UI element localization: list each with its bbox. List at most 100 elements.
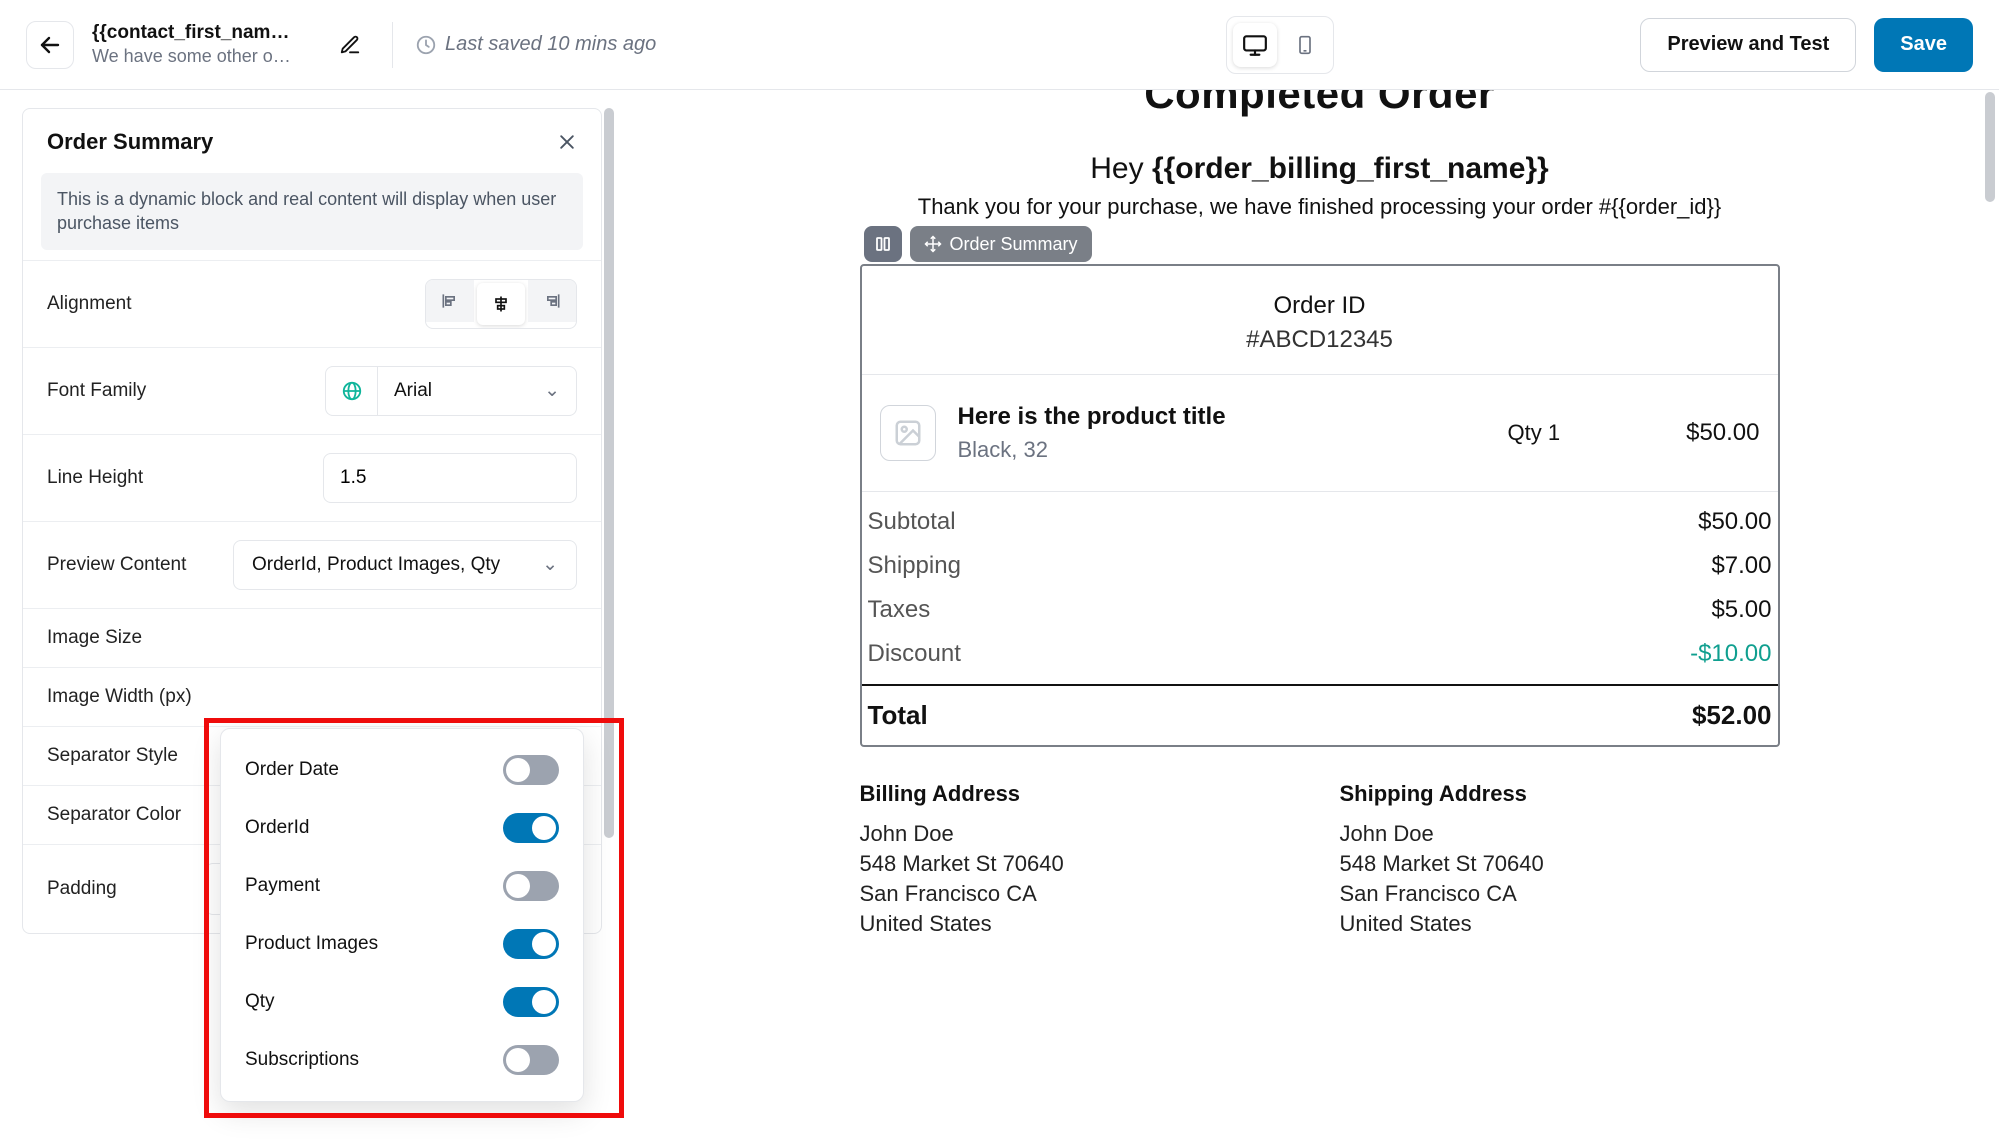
align-right-button[interactable] — [528, 280, 576, 322]
order-line-item: Here is the product title Black, 32 Qty … — [862, 375, 1778, 492]
image-width-label: Image Width (px) — [47, 686, 192, 708]
dropdown-item-label: OrderId — [245, 817, 309, 839]
dropdown-item-order-date[interactable]: Order Date — [229, 741, 575, 799]
billing-country: United States — [860, 911, 1300, 937]
greeting-name: {{order_billing_first_name}} — [1152, 152, 1549, 185]
line-height-input[interactable] — [323, 453, 577, 503]
shipping-amount: $7.00 — [1711, 552, 1771, 580]
order-summary-block[interactable]: Order ID #ABCD12345 Here is the product … — [860, 264, 1780, 747]
document-title-block: {{contact_first_nam… We have some other … — [92, 22, 312, 67]
device-toggle — [1226, 16, 1334, 74]
device-mobile-button[interactable] — [1283, 23, 1327, 67]
arrow-left-icon — [38, 33, 62, 57]
order-id-label: Order ID — [862, 292, 1778, 320]
document-title: {{contact_first_nam… — [92, 22, 312, 44]
shipping-address: Shipping Address John Doe 548 Market St … — [1340, 781, 1780, 941]
font-family-label: Font Family — [47, 380, 146, 402]
shipping-label: Shipping — [868, 552, 961, 580]
align-right-icon — [542, 291, 562, 311]
close-icon — [557, 132, 577, 152]
mobile-icon — [1295, 32, 1315, 58]
panel-close-button[interactable] — [557, 132, 577, 152]
dropdown-item-qty[interactable]: Qty — [229, 973, 575, 1031]
billing-street: 548 Market St 70640 — [860, 851, 1300, 877]
preview-content-label: Preview Content — [47, 554, 186, 576]
image-size-label: Image Size — [47, 627, 142, 649]
align-center-button[interactable] — [477, 283, 525, 325]
toggle-subscriptions[interactable] — [503, 1045, 559, 1075]
line-height-label: Line Height — [47, 467, 143, 489]
subtotal-amount: $50.00 — [1698, 508, 1771, 536]
last-saved: Last saved 10 mins ago — [415, 33, 656, 56]
preview-content-select[interactable]: OrderId, Product Images, Qty ⌄ — [233, 540, 577, 590]
billing-heading: Billing Address — [860, 781, 1300, 807]
thank-text: Thank you for your purchase, we have fin… — [860, 194, 1780, 220]
dropdown-item-label: Qty — [245, 991, 275, 1013]
back-button[interactable] — [26, 21, 74, 69]
padding-label: Padding — [47, 878, 117, 900]
preview-canvas: Completed Order Hey {{order_billing_firs… — [640, 90, 1999, 1145]
billing-city: San Francisco CA — [860, 881, 1300, 907]
shipping-street: 548 Market St 70640 — [1340, 851, 1780, 877]
panel-scrollbar[interactable] — [604, 108, 614, 838]
chevron-down-icon: ⌄ — [542, 553, 558, 576]
desktop-icon — [1242, 32, 1268, 58]
dynamic-block-notice: This is a dynamic block and real content… — [41, 173, 583, 250]
dropdown-item-label: Product Images — [245, 933, 378, 955]
block-columns-button[interactable] — [864, 226, 902, 262]
dropdown-item-orderid[interactable]: OrderId — [229, 799, 575, 857]
block-toolbar: Order Summary — [864, 226, 1780, 262]
toggle-orderid[interactable] — [503, 813, 559, 843]
preview-content-value: OrderId, Product Images, Qty — [252, 554, 500, 576]
align-center-icon — [491, 294, 511, 314]
toggle-order-date[interactable] — [503, 755, 559, 785]
product-variant: Black, 32 — [958, 437, 1486, 463]
address-section: Billing Address John Doe 548 Market St 7… — [860, 781, 1780, 941]
product-price: $50.00 — [1650, 419, 1760, 447]
globe-icon — [341, 380, 363, 402]
shipping-country: United States — [1340, 911, 1780, 937]
panel-title: Order Summary — [47, 129, 213, 155]
product-qty: Qty 1 — [1508, 420, 1628, 446]
canvas-scrollbar[interactable] — [1985, 92, 1995, 202]
last-saved-text: Last saved 10 mins ago — [445, 33, 656, 56]
toggle-payment[interactable] — [503, 871, 559, 901]
chevron-down-icon: ⌄ — [544, 379, 560, 402]
clock-icon — [415, 34, 437, 56]
preview-content-dropdown: Order Date OrderId Payment Product Image… — [220, 728, 584, 1102]
total-label: Total — [868, 700, 928, 731]
align-left-icon — [440, 291, 460, 311]
alignment-label: Alignment — [47, 293, 132, 315]
page-heading: Completed Order — [860, 90, 1780, 118]
shipping-city: San Francisco CA — [1340, 881, 1780, 907]
device-desktop-button[interactable] — [1233, 23, 1277, 67]
dropdown-item-label: Order Date — [245, 759, 339, 781]
document-subtitle: We have some other o… — [92, 46, 312, 67]
block-move-handle[interactable]: Order Summary — [910, 226, 1092, 262]
taxes-label: Taxes — [868, 596, 931, 624]
toggle-product-images[interactable] — [503, 929, 559, 959]
product-thumb — [880, 405, 936, 461]
font-family-select[interactable]: Arial ⌄ — [377, 366, 577, 416]
edit-title-button[interactable] — [330, 25, 370, 65]
toggle-qty[interactable] — [503, 987, 559, 1017]
top-bar: {{contact_first_nam… We have some other … — [0, 0, 1999, 90]
line-height-field[interactable] — [340, 467, 560, 489]
subtotal-label: Subtotal — [868, 508, 956, 536]
dropdown-item-subscriptions[interactable]: Subscriptions — [229, 1031, 575, 1089]
order-id-value: #ABCD12345 — [862, 326, 1778, 354]
greeting-prefix: Hey — [1090, 152, 1152, 185]
save-button[interactable]: Save — [1874, 18, 1973, 72]
dropdown-item-label: Payment — [245, 875, 320, 897]
product-title: Here is the product title — [958, 403, 1486, 431]
preview-test-button[interactable]: Preview and Test — [1640, 18, 1856, 72]
settings-panel-wrap: Order Summary This is a dynamic block an… — [0, 90, 640, 1145]
columns-icon — [874, 235, 892, 253]
dropdown-item-payment[interactable]: Payment — [229, 857, 575, 915]
align-left-button[interactable] — [426, 280, 474, 322]
discount-amount: -$10.00 — [1690, 640, 1771, 668]
dropdown-item-product-images[interactable]: Product Images — [229, 915, 575, 973]
billing-address: Billing Address John Doe 548 Market St 7… — [860, 781, 1300, 941]
font-origin-button[interactable] — [325, 366, 377, 416]
separator-style-label: Separator Style — [47, 745, 178, 767]
